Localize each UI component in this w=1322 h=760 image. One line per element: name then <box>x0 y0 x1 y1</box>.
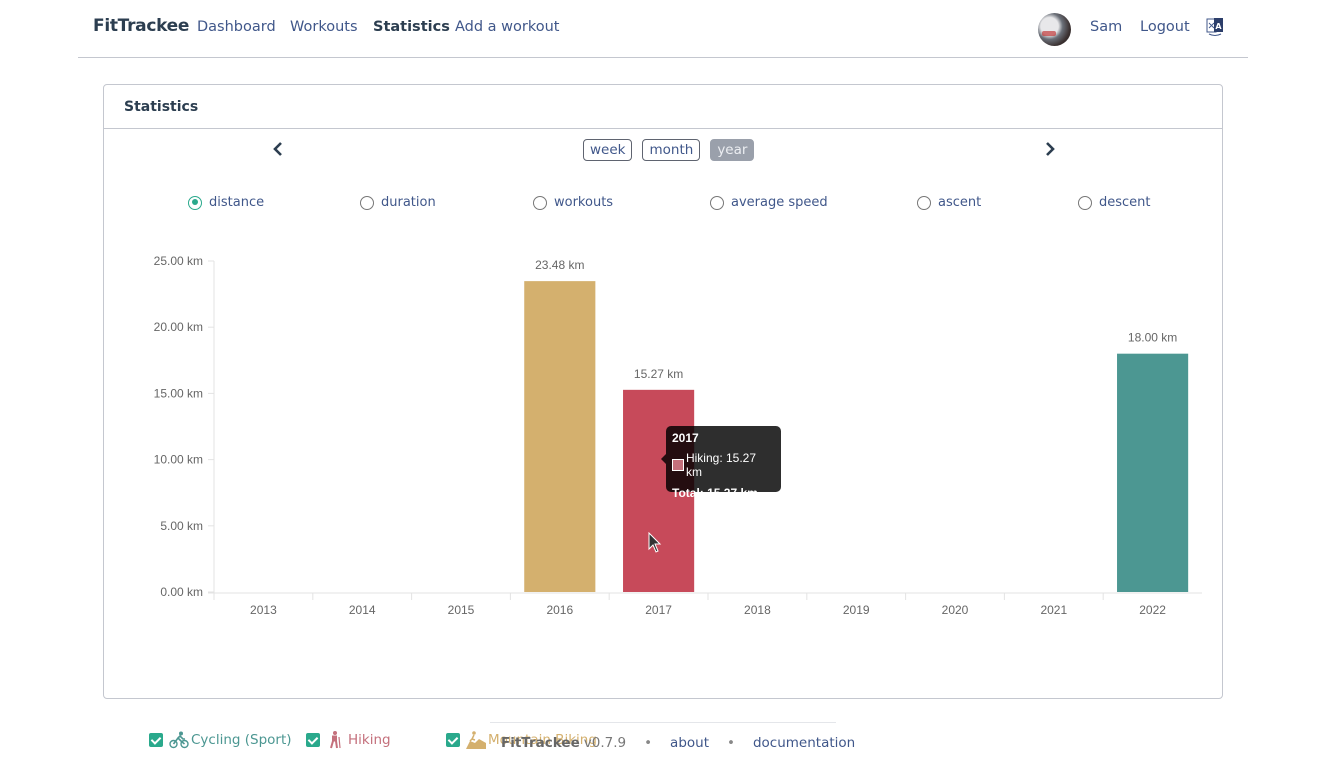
tooltip-total: Total: 15.27 km <box>672 486 758 500</box>
footer-separator: • <box>644 735 653 751</box>
y-tick-label: 5.00 km <box>160 519 203 533</box>
x-tick-label: 2020 <box>942 603 969 617</box>
legend-label: Cycling (Sport) <box>191 732 292 748</box>
x-tick-label: 2022 <box>1139 603 1166 617</box>
bar-2022-cycling-sport- <box>1117 353 1189 592</box>
footer-divider <box>490 722 836 723</box>
legend-item-hiking[interactable]: Hiking <box>306 731 391 749</box>
checkbox-checked[interactable] <box>306 733 320 747</box>
y-tick-label: 15.00 km <box>154 386 203 400</box>
checkbox-checked[interactable] <box>149 733 163 747</box>
tooltip-title: 2017 <box>672 431 699 445</box>
x-tick-label: 2018 <box>744 603 771 617</box>
y-tick-label: 0.00 km <box>160 585 203 599</box>
footer-version: v0.7.9 <box>583 735 627 751</box>
x-tick-label: 2015 <box>448 603 475 617</box>
legend-item-cycling[interactable]: Cycling (Sport) <box>149 731 292 749</box>
footer-documentation-link[interactable]: documentation <box>753 735 855 751</box>
hiking-icon <box>330 731 341 749</box>
x-tick-label: 2017 <box>645 603 672 617</box>
bar-total-label: 15.27 km <box>634 367 683 381</box>
x-tick-label: 2016 <box>546 603 573 617</box>
x-tick-label: 2021 <box>1040 603 1067 617</box>
checkbox-checked[interactable] <box>446 733 460 747</box>
bar-2016-mountain-biking <box>524 281 596 592</box>
footer-brand: FitTrackee <box>501 735 580 751</box>
x-tick-label: 2014 <box>349 603 376 617</box>
x-tick-label: 2013 <box>250 603 277 617</box>
footer: FitTrackee v0.7.9 • about • documentatio… <box>501 735 855 751</box>
mountain-biking-icon <box>466 731 486 749</box>
footer-about-link[interactable]: about <box>670 735 709 751</box>
tooltip-value: Hiking: 15.27 km <box>685 451 757 479</box>
footer-separator: • <box>727 735 735 751</box>
cycling-icon <box>169 731 189 749</box>
bar-total-label: 18.00 km <box>1128 331 1177 345</box>
chart-tooltip: 2017 Hiking: 15.27 km Total: 15.27 km <box>661 426 781 500</box>
tooltip-color-swatch <box>672 459 684 471</box>
x-tick-label: 2019 <box>843 603 870 617</box>
y-tick-label: 20.00 km <box>154 320 203 334</box>
legend-label: Hiking <box>348 732 391 748</box>
bar-total-label: 23.48 km <box>535 258 584 272</box>
y-tick-label: 25.00 km <box>154 254 203 268</box>
mouse-pointer-icon <box>648 532 662 553</box>
y-tick-label: 10.00 km <box>154 453 203 467</box>
